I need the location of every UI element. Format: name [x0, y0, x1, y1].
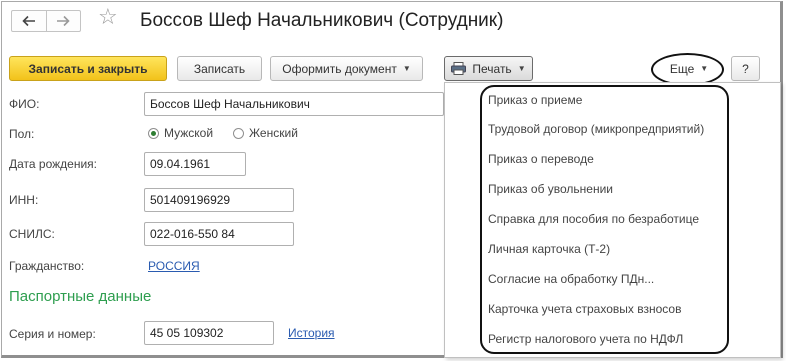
star-icon[interactable]: ☆ [98, 6, 118, 28]
gender-female-radio[interactable]: Женский [233, 126, 298, 140]
radio-selected-icon [148, 127, 159, 139]
snils-label: СНИЛС: [9, 227, 55, 241]
menu-item-personal-card[interactable]: Личная карточка (Т-2) [488, 242, 610, 256]
create-document-label: Оформить документ [282, 61, 397, 76]
gender-male-label: Мужской [164, 126, 214, 140]
help-button[interactable]: ? [731, 56, 760, 81]
series-number-field[interactable]: 45 05 109302 [144, 321, 274, 345]
chevron-down-icon: ▼ [517, 64, 526, 73]
gender-male-radio[interactable]: Мужской [148, 126, 213, 140]
menu-item-tax-register[interactable]: Регистр налогового учета по НДФЛ [488, 332, 683, 346]
gender-label: Пол: [9, 127, 35, 141]
help-label: ? [742, 61, 749, 76]
print-label: Печать [472, 61, 512, 76]
menu-item-hire-order[interactable]: Приказ о приеме [488, 93, 582, 107]
fio-field[interactable]: Боссов Шеф Начальникович [144, 92, 444, 116]
create-document-button[interactable]: Оформить документ ▼ [270, 56, 423, 81]
menu-item-insurance-card[interactable]: Карточка учета страховых взносов [488, 302, 681, 316]
arrow-right-icon [57, 15, 70, 27]
menu-item-labor-contract[interactable]: Трудовой договор (микропредприятий) [488, 122, 704, 136]
citizenship-label: Гражданство: [9, 259, 85, 273]
inn-label: ИНН: [9, 193, 39, 207]
save-and-close-button[interactable]: Записать и закрыть [9, 56, 167, 81]
passport-section-heading: Паспортные данные [9, 288, 152, 305]
print-button[interactable]: Печать ▼ [444, 56, 533, 81]
history-link[interactable]: История [288, 326, 335, 340]
forward-button[interactable] [45, 11, 81, 31]
arrow-left-icon [22, 15, 35, 27]
series-number-label: Серия и номер: [9, 327, 96, 341]
chevron-down-icon: ▼ [402, 64, 411, 73]
save-button[interactable]: Записать [177, 56, 262, 81]
citizenship-link[interactable]: РОССИЯ [148, 259, 200, 273]
menu-item-dismissal-order[interactable]: Приказ об увольнении [488, 182, 613, 196]
save-label: Записать [193, 61, 246, 76]
back-button[interactable] [12, 11, 46, 31]
menu-item-data-consent[interactable]: Согласие на обработку ПДн... [488, 272, 654, 286]
radio-unselected-icon [233, 127, 244, 139]
printer-icon [451, 62, 467, 75]
snils-field[interactable]: 022-016-550 84 [144, 222, 294, 246]
menu-item-unemployment-certificate[interactable]: Справка для пособия по безработице [488, 212, 699, 226]
fio-label: ФИО: [9, 97, 40, 111]
birth-date-field[interactable]: 09.04.1961 [144, 152, 246, 176]
save-and-close-label: Записать и закрыть [28, 61, 148, 76]
inn-field[interactable]: 501409196929 [144, 188, 294, 212]
birth-date-label: Дата рождения: [9, 157, 97, 171]
menu-item-transfer-order[interactable]: Приказ о переводе [488, 152, 594, 166]
navigation-buttons [11, 10, 81, 32]
page-title: Боссов Шеф Начальникович (Сотрудник) [140, 10, 504, 31]
gender-female-label: Женский [249, 126, 298, 140]
